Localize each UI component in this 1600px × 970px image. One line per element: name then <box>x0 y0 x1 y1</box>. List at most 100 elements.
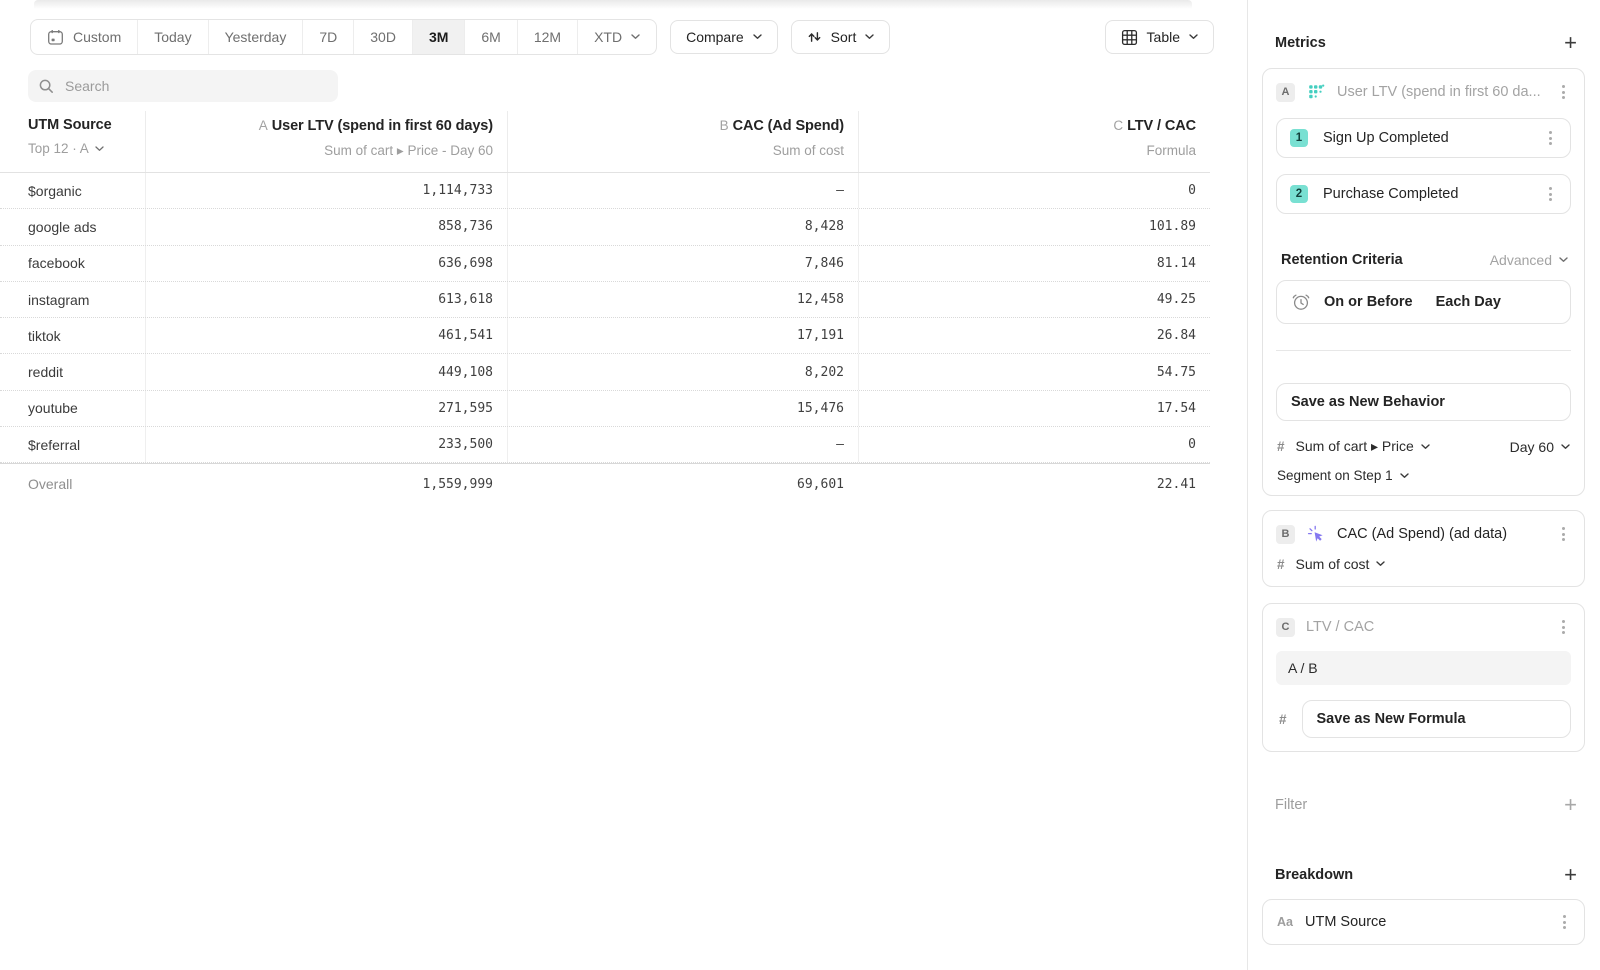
metric-c-header[interactable]: C LTV / CAC <box>1276 616 1571 638</box>
retention-criteria-box[interactable]: On or Before Each Day <box>1276 280 1571 324</box>
chevron-down-icon <box>631 34 640 40</box>
table-row[interactable]: reddit 449,108 8,202 54.75 <box>0 354 1210 390</box>
metric-card-c: C LTV / CAC A / B # Save as New Formula <box>1262 603 1585 752</box>
save-as-new-behavior-button[interactable]: Save as New Behavior <box>1276 383 1571 421</box>
column-header-utm-source[interactable]: UTM Source Top 12 · A <box>0 111 145 172</box>
aggregation-dropdown[interactable]: Sum of cart ▸ Price <box>1296 438 1430 455</box>
range-3m-selected[interactable]: 3M <box>412 20 464 54</box>
chevron-down-icon <box>1421 444 1430 450</box>
analytics-app: Custom Today Yesterday 7D 30D 3M 6M 12M … <box>0 0 1600 970</box>
metric-b-header[interactable]: B CAC (Ad Spend) (ad data) <box>1276 523 1571 545</box>
segment-row: Segment on Step 1 <box>1276 468 1571 483</box>
chevron-down-icon <box>1559 257 1568 263</box>
step-purchase-completed[interactable]: 2 Purchase Completed <box>1276 174 1571 214</box>
table-header-row: UTM Source Top 12 · A AUser LTV (spend i… <box>0 111 1210 173</box>
chevron-down-icon <box>865 34 874 40</box>
chevron-down-icon <box>1400 473 1409 479</box>
table-row[interactable]: instagram 613,618 12,458 49.25 <box>0 282 1210 318</box>
ad-click-icon <box>1306 524 1326 544</box>
range-7d[interactable]: 7D <box>302 20 353 54</box>
metric-b-title: CAC (Ad Spend) (ad data) <box>1337 526 1544 542</box>
metric-c-title: LTV / CAC <box>1306 619 1544 635</box>
filter-section-header: Filter + <box>1262 796 1585 814</box>
table-row[interactable]: youtube 271,595 15,476 17.54 <box>0 391 1210 427</box>
step-sign-up-completed[interactable]: 1 Sign Up Completed <box>1276 118 1571 158</box>
query-builder-sidebar: Metrics + A User LTV (spend in first 60 … <box>1248 0 1600 970</box>
aggregation-row: # Sum of cost <box>1276 556 1571 572</box>
metric-card-a: A User LTV (spend in first 60 da... 1 Si… <box>1262 68 1585 496</box>
chevron-down-icon <box>95 146 104 152</box>
kebab-menu-icon[interactable] <box>1542 127 1558 149</box>
segment-on-step-dropdown[interactable]: Segment on Step 1 <box>1277 468 1570 483</box>
column-header-cac[interactable]: BCAC (Ad Spend) Sum of cost <box>507 111 858 172</box>
kebab-menu-icon[interactable] <box>1555 523 1571 545</box>
metric-letter-badge: B <box>1276 525 1295 544</box>
range-30d[interactable]: 30D <box>353 20 412 54</box>
kebab-menu-icon[interactable] <box>1542 183 1558 205</box>
day-window-dropdown[interactable]: Day 60 <box>1510 439 1570 455</box>
advanced-dropdown[interactable]: Advanced <box>1490 252 1568 268</box>
date-range-control: Custom Today Yesterday 7D 30D 3M 6M 12M … <box>30 19 657 55</box>
utm-top12-dropdown[interactable]: Top 12 · A <box>28 141 131 156</box>
results-table: UTM Source Top 12 · A AUser LTV (spend i… <box>0 111 1210 504</box>
search-box <box>28 70 338 102</box>
kebab-menu-icon[interactable] <box>1555 81 1571 103</box>
kebab-menu-icon[interactable] <box>1555 616 1571 638</box>
table-row[interactable]: facebook 636,698 7,846 81.14 <box>0 246 1210 282</box>
metric-a-header[interactable]: A User LTV (spend in first 60 da... <box>1276 81 1571 103</box>
chevron-down-icon <box>753 34 762 40</box>
metrics-section-header: Metrics + <box>1262 34 1585 52</box>
retention-criteria-header: Retention Criteria Advanced <box>1276 252 1571 268</box>
sort-button[interactable]: Sort <box>791 20 891 54</box>
chevron-down-icon <box>1376 561 1385 567</box>
kebab-menu-icon[interactable] <box>1556 911 1572 933</box>
formula-save-row: # Save as New Formula <box>1276 700 1571 738</box>
step-number-badge: 2 <box>1290 185 1308 203</box>
table-row[interactable]: google ads 858,736 8,428 101.89 <box>0 209 1210 245</box>
string-property-icon: Aa <box>1277 915 1293 929</box>
table-overall-row: Overall 1,559,999 69,601 22.41 <box>0 463 1210 504</box>
grid-table-icon <box>1121 29 1138 46</box>
metric-card-b: B CAC (Ad Spend) (ad data) # Sum of cost <box>1262 510 1585 587</box>
card-divider <box>1276 350 1571 351</box>
column-header-user-ltv[interactable]: AUser LTV (spend in first 60 days) Sum o… <box>145 111 507 172</box>
metric-letter-badge: C <box>1276 618 1295 637</box>
range-6m[interactable]: 6M <box>464 20 516 54</box>
panel-top-shadow <box>34 0 1192 9</box>
chevron-down-icon <box>1189 34 1198 40</box>
add-filter-button[interactable]: + <box>1564 796 1577 814</box>
search-input[interactable] <box>63 77 327 95</box>
breakdown-section-header: Breakdown + <box>1262 866 1585 884</box>
table-row[interactable]: $referral 233,500 – 0 <box>0 427 1210 463</box>
number-type-icon: # <box>1277 439 1285 454</box>
calendar-icon <box>47 29 64 46</box>
range-today[interactable]: Today <box>137 20 207 54</box>
table-row[interactable]: tiktok 461,541 17,191 26.84 <box>0 318 1210 354</box>
add-breakdown-button[interactable]: + <box>1564 866 1577 884</box>
breakdown-item-utm-source[interactable]: Aa UTM Source <box>1262 899 1585 945</box>
range-xtd[interactable]: XTD <box>577 20 656 54</box>
main-panel: Custom Today Yesterday 7D 30D 3M 6M 12M … <box>0 0 1247 970</box>
number-type-icon: # <box>1277 557 1285 572</box>
formula-input[interactable]: A / B <box>1276 651 1571 685</box>
range-yesterday[interactable]: Yesterday <box>208 20 303 54</box>
save-as-new-formula-button[interactable]: Save as New Formula <box>1302 700 1571 738</box>
table-row[interactable]: $organic 1,114,733 – 0 <box>0 173 1210 209</box>
chevron-down-icon <box>1561 444 1570 450</box>
range-12m[interactable]: 12M <box>517 20 577 54</box>
step-number-badge: 1 <box>1290 129 1308 147</box>
column-header-ltv-cac[interactable]: CLTV / CAC Formula <box>858 111 1210 172</box>
add-metric-button[interactable]: + <box>1564 34 1577 52</box>
metric-a-title: User LTV (spend in first 60 da... <box>1337 84 1544 100</box>
number-type-icon: # <box>1279 712 1287 727</box>
sort-arrows-icon <box>807 30 822 44</box>
compare-button[interactable]: Compare <box>670 20 778 54</box>
range-label: Custom <box>73 29 121 45</box>
search-icon <box>39 79 54 94</box>
toolbar: Custom Today Yesterday 7D 30D 3M 6M 12M … <box>30 19 1214 55</box>
sum-of-cost-dropdown[interactable]: Sum of cost <box>1296 556 1386 572</box>
view-type-button[interactable]: Table <box>1105 20 1214 54</box>
range-custom[interactable]: Custom <box>31 20 137 54</box>
behavior-metric-icon <box>1306 82 1326 102</box>
aggregation-row: # Sum of cart ▸ Price Day 60 <box>1276 438 1571 455</box>
